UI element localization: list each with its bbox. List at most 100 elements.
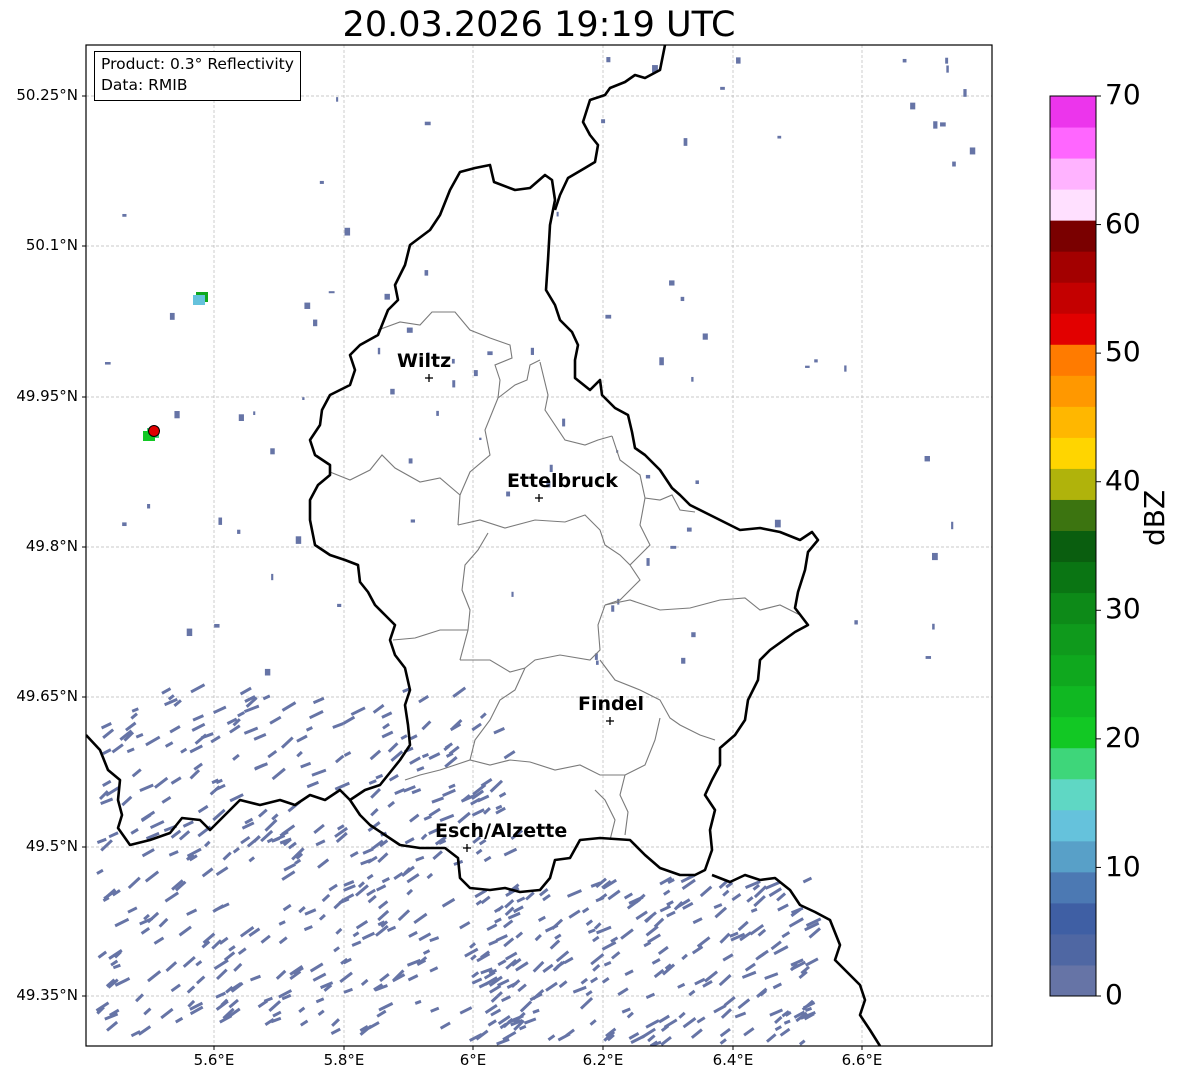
radar-echo <box>239 686 252 696</box>
radar-echo <box>298 1006 306 1014</box>
radar-echo <box>106 1020 119 1032</box>
radar-echo <box>415 855 425 862</box>
radar-echo <box>734 1011 747 1019</box>
radar-echo <box>542 963 554 973</box>
radar-echo <box>296 750 303 758</box>
radar-echo <box>545 981 558 992</box>
radar-echo <box>743 1027 755 1037</box>
radar-echo <box>312 972 327 982</box>
radar-echo <box>606 57 611 63</box>
radar-echo <box>313 823 325 834</box>
radar-echo <box>334 754 345 764</box>
radar-echo <box>660 1036 672 1046</box>
radar-echo <box>218 517 223 525</box>
radar-echo <box>298 906 306 914</box>
radar-echo <box>924 455 930 462</box>
radar-echo <box>542 893 551 902</box>
radar-echo <box>144 870 160 883</box>
radar-echo <box>691 376 694 382</box>
radar-echo <box>369 749 382 761</box>
radar-echo <box>475 848 483 855</box>
radar-echo <box>931 552 938 561</box>
radar-echo <box>963 89 967 97</box>
radar-echo <box>585 990 593 997</box>
radar-echo <box>902 58 907 63</box>
radar-echo <box>480 895 491 905</box>
radar-echo <box>702 333 708 340</box>
radar-echo <box>268 1000 282 1012</box>
radar-echo <box>215 866 229 877</box>
radar-echo <box>621 1007 631 1014</box>
radar-echo <box>328 291 335 294</box>
radar-echo <box>471 971 480 979</box>
radar-echo <box>278 936 288 945</box>
radar-echo <box>223 951 236 962</box>
radar-echo <box>737 998 751 1010</box>
radar-echo <box>334 781 350 791</box>
radar-echo <box>302 397 305 400</box>
radar-echo <box>487 351 493 356</box>
colorbar-segment <box>1050 809 1096 842</box>
radar-echo <box>127 906 138 914</box>
radar-echo <box>130 828 139 835</box>
radar-echo <box>585 919 594 926</box>
radar-echo <box>781 931 791 939</box>
radar-echo <box>469 942 477 949</box>
radar-echo <box>318 913 326 921</box>
radar-echo <box>299 1019 309 1027</box>
radar-echo <box>534 933 542 942</box>
radar-echo <box>952 161 956 167</box>
colorbar-segment <box>1050 778 1096 811</box>
radar-echo <box>336 97 339 102</box>
radar-echo <box>108 948 123 960</box>
radar-echo <box>360 858 372 866</box>
colorbar-tick: 70 <box>1105 78 1141 111</box>
radar-echo <box>779 1027 791 1037</box>
colorbar-segment <box>1050 685 1096 718</box>
radar-echoes <box>95 57 976 1046</box>
radar-echo <box>798 1039 806 1046</box>
radar-echo <box>741 970 757 979</box>
colorbar-segment <box>1050 530 1096 563</box>
radar-echo <box>479 712 487 720</box>
radar-echo <box>381 877 390 884</box>
radar-echo <box>140 810 156 822</box>
radar-echo <box>441 897 456 908</box>
radar-echo <box>805 365 810 368</box>
radar-echo <box>777 903 789 912</box>
lon-label: 5.8°E <box>323 1051 365 1069</box>
radar-echo <box>257 999 269 1009</box>
radar-echo <box>714 906 728 919</box>
product-info-box: Product: 0.3° Reflectivity Data: RMIB <box>94 51 301 101</box>
radar-echo <box>755 952 766 961</box>
colorbar-tick: 10 <box>1105 850 1141 883</box>
radar-echo <box>532 1008 540 1014</box>
radar-echo <box>387 800 396 808</box>
radar-echo <box>303 925 313 932</box>
colorbar-tick: 40 <box>1105 464 1141 497</box>
radar-echo <box>186 628 193 637</box>
radar-echo <box>590 976 599 984</box>
radar-echo <box>382 722 390 730</box>
radar-echo <box>422 949 431 955</box>
radar-echo <box>933 121 938 129</box>
radar-echo <box>377 852 389 864</box>
radar-echo <box>253 733 267 741</box>
radar-echo <box>503 847 518 857</box>
radar-echo <box>349 851 359 858</box>
radar-echo <box>431 796 445 804</box>
radar-echo <box>211 939 222 950</box>
radar-echo <box>777 135 782 139</box>
city-label-findel: Findel <box>578 693 645 715</box>
radar-echo <box>97 950 108 959</box>
radar-echo <box>295 536 302 544</box>
radar-echo <box>429 936 440 943</box>
radar-echo <box>195 975 206 985</box>
radar-echo <box>551 918 564 930</box>
radar-echo <box>145 735 161 747</box>
radar-echo <box>197 825 212 838</box>
colorbar-segment <box>1050 902 1096 935</box>
radar-echo <box>108 831 119 839</box>
radar-echo <box>424 121 431 126</box>
radar-echo <box>681 657 686 664</box>
